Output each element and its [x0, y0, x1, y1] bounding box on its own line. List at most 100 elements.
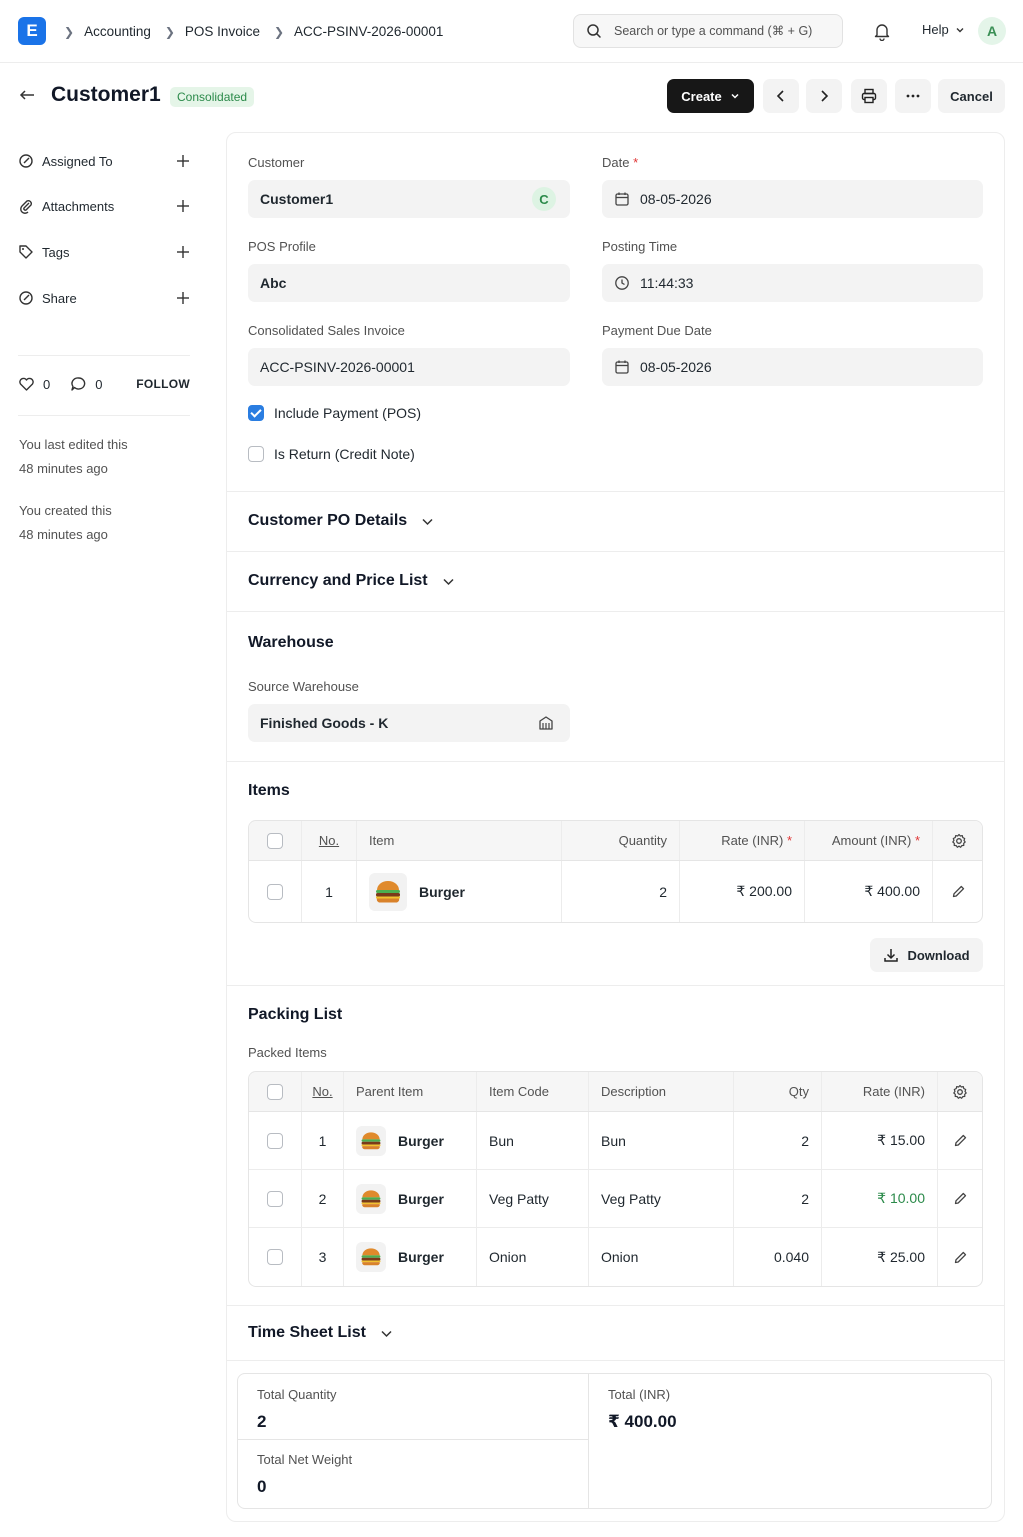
rate-cell[interactable]: ₹ 10.00	[822, 1170, 938, 1227]
breadcrumb-accounting[interactable]: Accounting	[84, 24, 151, 39]
status-badge: Consolidated	[170, 87, 255, 107]
row-checkbox[interactable]	[267, 883, 283, 900]
chevron-down-icon	[422, 518, 433, 525]
row-checkbox[interactable]	[267, 1249, 283, 1265]
row-edit-cell	[938, 1170, 982, 1227]
sidebar-item-assigned[interactable]: Assigned To	[18, 153, 190, 169]
item-code-cell[interactable]: Bun	[477, 1112, 589, 1169]
back-arrow-icon[interactable]	[18, 86, 36, 104]
is-return-checkbox-row[interactable]: Is Return (Credit Note)	[248, 446, 415, 462]
search-bar[interactable]	[573, 14, 843, 48]
row-checkbox[interactable]	[267, 1132, 283, 1149]
created-line1: You created this	[19, 503, 112, 518]
chevron-right-icon	[821, 90, 829, 102]
parent-item-cell[interactable]: Burger	[344, 1228, 477, 1286]
is-return-checkbox[interactable]	[248, 446, 264, 462]
comment-icon[interactable]	[70, 376, 87, 392]
create-button[interactable]: Create	[667, 79, 754, 113]
plus-icon[interactable]	[176, 199, 190, 213]
source-warehouse-field[interactable]: Finished Goods - K	[248, 704, 570, 742]
pos-profile-field[interactable]: Abc	[248, 264, 570, 302]
created-note: You created this 48 minutes ago	[19, 499, 199, 547]
chevron-down-icon	[956, 27, 964, 32]
description-cell[interactable]: Veg Patty	[589, 1170, 734, 1227]
more-options-button[interactable]	[895, 79, 931, 113]
pencil-icon[interactable]	[953, 1191, 968, 1206]
qty-cell[interactable]: 2	[734, 1112, 822, 1169]
due-date-field[interactable]: 08-05-2026	[602, 348, 983, 386]
description-cell[interactable]: Bun	[589, 1112, 734, 1169]
download-label: Download	[907, 947, 970, 963]
posting-time-field[interactable]: 11:44:33	[602, 264, 983, 302]
printer-icon	[861, 88, 877, 104]
item-cell[interactable]: Burger	[357, 861, 562, 922]
plus-icon[interactable]	[176, 154, 190, 168]
customer-field[interactable]: Customer1 C	[248, 180, 570, 218]
next-record-button[interactable]	[806, 79, 842, 113]
item-code-cell[interactable]: Onion	[477, 1228, 589, 1286]
breadcrumb: ❯ Accounting ❯ POS Invoice ❯ ACC-PSINV-2…	[60, 0, 453, 63]
bell-icon[interactable]	[872, 21, 892, 41]
column-header-no: No.	[302, 1072, 344, 1111]
user-avatar[interactable]: A	[978, 17, 1006, 45]
rate-cell[interactable]: ₹ 15.00	[822, 1112, 938, 1169]
breadcrumb-document[interactable]: ACC-PSINV-2026-00001	[294, 24, 443, 39]
cancel-button[interactable]: Cancel	[938, 79, 1005, 113]
sidebar-item-attachments[interactable]: Attachments	[18, 198, 190, 214]
follow-button[interactable]: FOLLOW	[136, 377, 190, 391]
chevron-right-icon: ❯	[164, 24, 175, 39]
qty-cell[interactable]: 0.040	[734, 1228, 822, 1286]
totals-vertical-divider	[588, 1374, 589, 1508]
burger-icon	[361, 1131, 381, 1149]
search-input[interactable]	[614, 24, 829, 38]
print-button[interactable]	[851, 79, 887, 113]
item-code-cell[interactable]: Veg Patty	[477, 1170, 589, 1227]
breadcrumb-pos-invoice[interactable]: POS Invoice	[185, 24, 260, 39]
table-row[interactable]: 2 Burger Veg Patty Veg Patty 2 ₹ 10.00	[249, 1170, 982, 1228]
select-all-checkbox[interactable]	[267, 832, 283, 849]
pencil-icon[interactable]	[953, 1133, 968, 1148]
chevron-down-icon	[731, 93, 739, 99]
item-thumbnail	[356, 1125, 386, 1156]
row-checkbox[interactable]	[267, 1190, 283, 1207]
help-menu[interactable]: Help	[922, 22, 965, 37]
parent-item-cell[interactable]: Burger	[344, 1170, 477, 1227]
section-currency[interactable]: Currency and Price List	[248, 572, 455, 590]
section-timesheet[interactable]: Time Sheet List	[248, 1324, 393, 1342]
date-field[interactable]: 08-05-2026	[602, 180, 983, 218]
include-payment-checkbox-row[interactable]: Include Payment (POS)	[248, 405, 421, 421]
table-row[interactable]: 1 Burger 2 ₹ 200.00 ₹ 400.00	[249, 861, 982, 922]
rate-cell[interactable]: ₹ 200.00	[680, 861, 805, 922]
plus-icon[interactable]	[176, 291, 190, 305]
include-payment-checkbox[interactable]	[248, 405, 264, 421]
plus-icon[interactable]	[176, 245, 190, 259]
packed-items-table: No. Parent Item Item Code Description Qt…	[248, 1071, 983, 1287]
totals-horizontal-divider	[238, 1439, 588, 1440]
gear-icon[interactable]	[952, 1084, 968, 1100]
pos-profile-label: POS Profile	[248, 239, 316, 254]
consolidated-invoice-field[interactable]: ACC-PSINV-2026-00001	[248, 348, 570, 386]
gear-icon[interactable]	[951, 833, 967, 849]
rate-cell[interactable]: ₹ 25.00	[822, 1228, 938, 1286]
app-logo[interactable]: E	[18, 17, 46, 45]
chevron-left-icon	[776, 90, 784, 102]
column-header-quantity: Quantity	[562, 821, 680, 860]
search-icon	[587, 24, 601, 38]
table-row[interactable]: 3 Burger Onion Onion 0.040 ₹ 25.00	[249, 1228, 982, 1286]
download-button[interactable]: Download	[870, 938, 983, 972]
parent-item-cell[interactable]: Burger	[344, 1112, 477, 1169]
sidebar-item-tags[interactable]: Tags	[18, 244, 190, 260]
qty-cell[interactable]: 2	[734, 1170, 822, 1227]
previous-record-button[interactable]	[763, 79, 799, 113]
quantity-cell[interactable]: 2	[562, 861, 680, 922]
description-cell[interactable]: Onion	[589, 1228, 734, 1286]
parent-item-name: Burger	[398, 1249, 444, 1265]
sidebar-item-share[interactable]: Share	[18, 290, 190, 306]
pencil-icon[interactable]	[951, 884, 966, 899]
table-row[interactable]: 1 Burger Bun Bun 2 ₹ 15.00	[249, 1112, 982, 1170]
heart-icon[interactable]	[18, 376, 35, 392]
select-all-checkbox[interactable]	[267, 1083, 283, 1100]
pencil-icon[interactable]	[953, 1250, 968, 1265]
section-customer-po[interactable]: Customer PO Details	[248, 512, 434, 530]
total-inr: Total (INR) ₹ 400.00	[608, 1387, 677, 1432]
